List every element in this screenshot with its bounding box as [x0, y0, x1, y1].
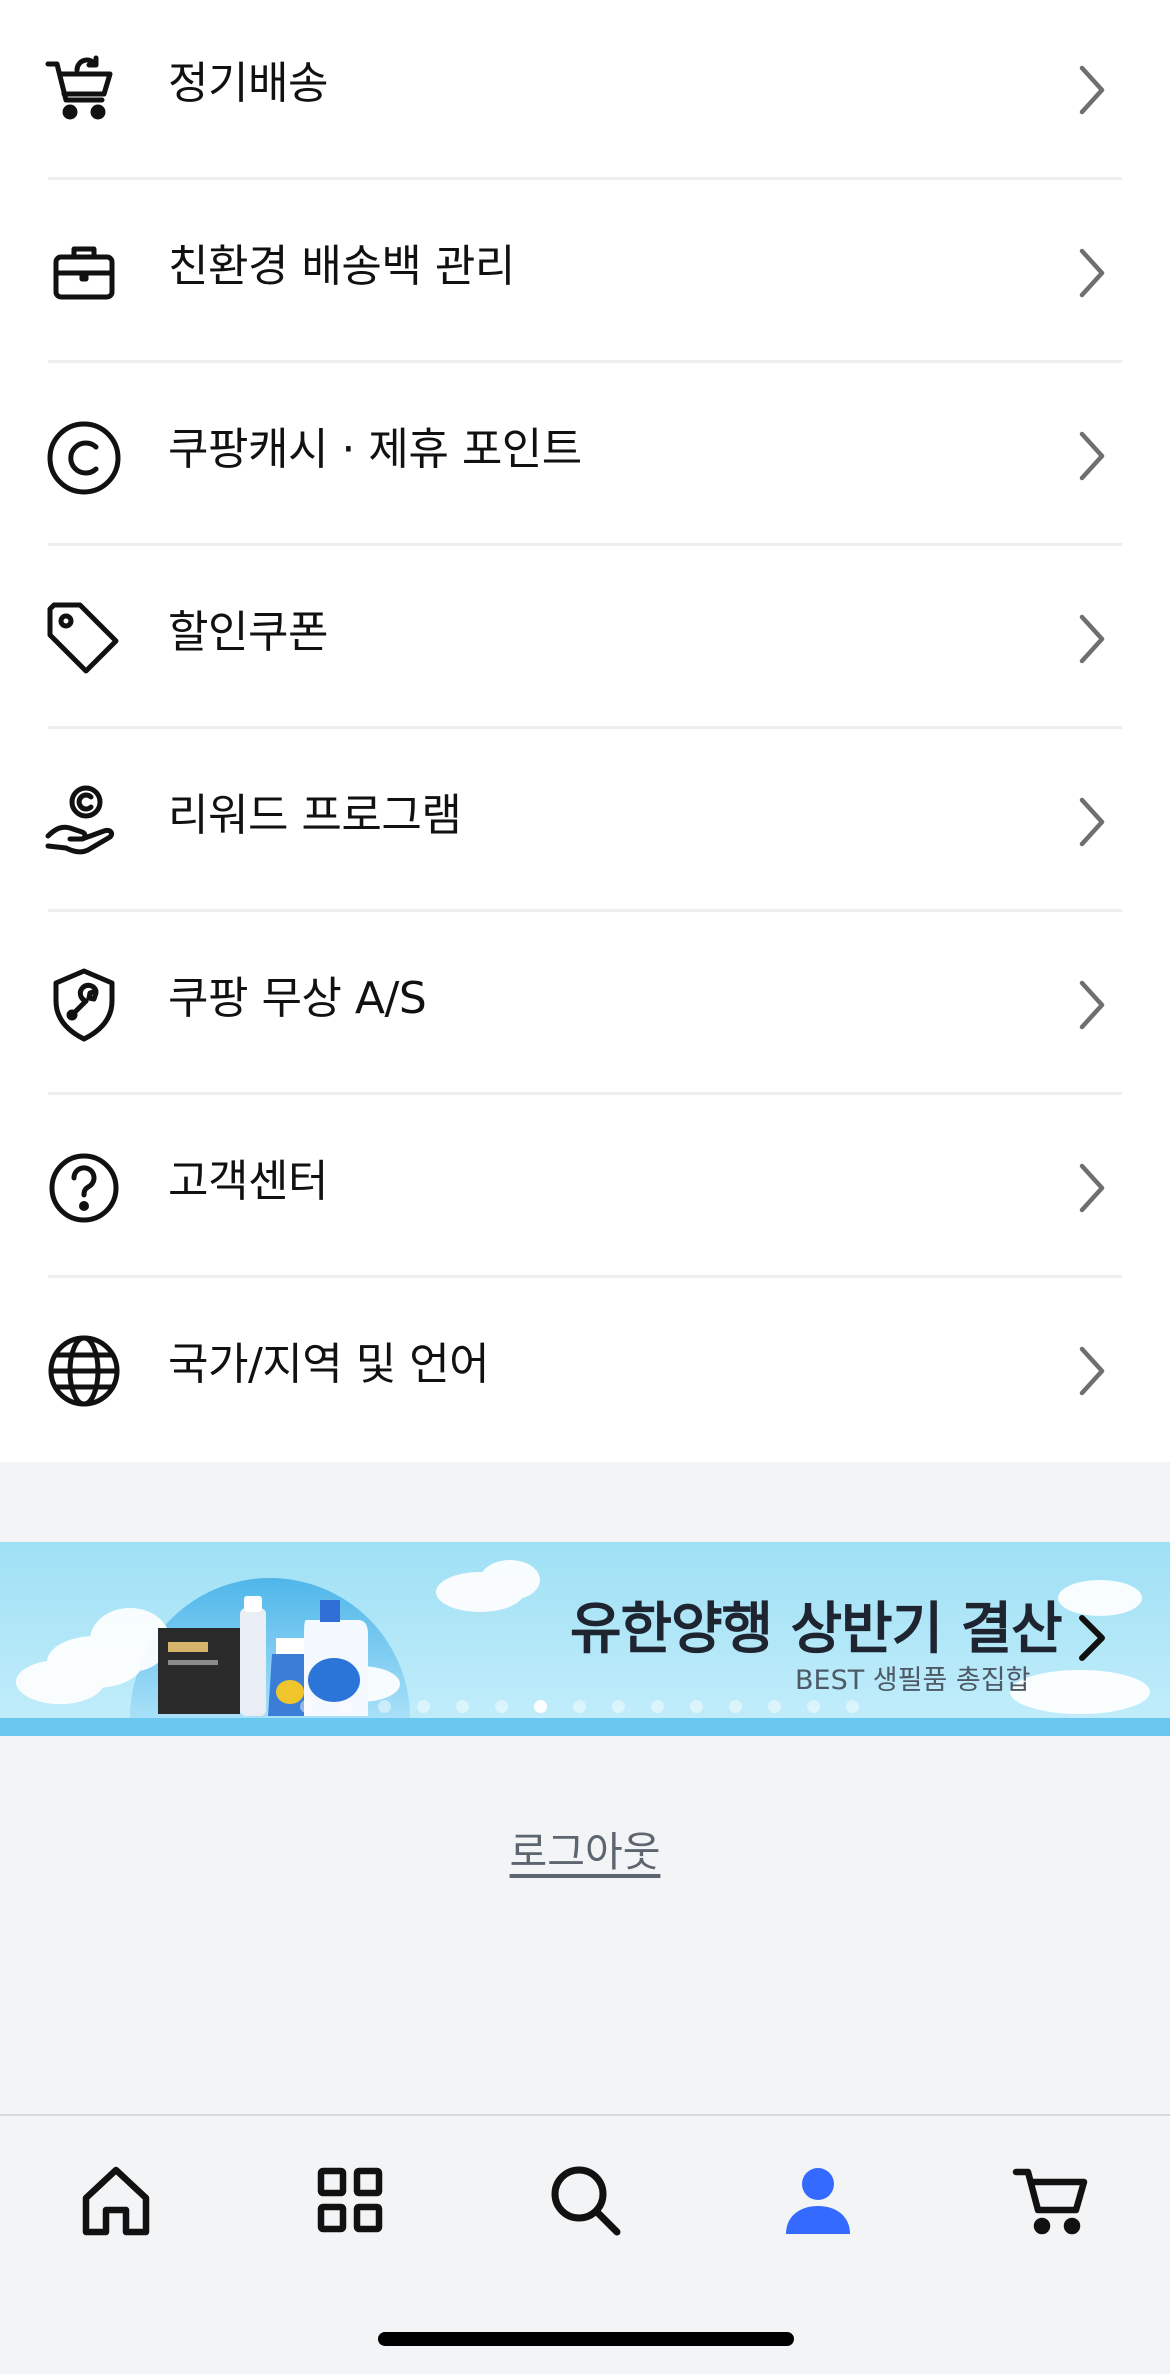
banner-page-dot	[612, 1700, 625, 1713]
menu-item-coupons[interactable]: 할인쿠폰	[0, 549, 1170, 732]
banner-page-dot	[846, 1700, 859, 1713]
menu-item-label: 고객센터	[168, 1156, 328, 1207]
search-icon	[551, 2166, 621, 2236]
user-icon	[786, 2168, 850, 2234]
banner-page-dot	[573, 1700, 586, 1713]
chevron-right-icon	[1072, 1608, 1112, 1668]
banner-title: 유한양행 상반기 결산	[570, 1597, 1063, 1662]
menu-item-label: 할인쿠폰	[168, 607, 328, 658]
banner-page-dot	[378, 1700, 391, 1713]
banner-page-dot	[417, 1700, 430, 1713]
banner-page-dot	[534, 1700, 547, 1713]
reward-hand-icon	[44, 780, 124, 860]
help-circle-icon	[44, 1148, 124, 1228]
chevron-right-icon	[1070, 243, 1114, 303]
chevron-right-icon	[1070, 1158, 1114, 1218]
divider	[48, 909, 1122, 912]
eco-bag-icon	[44, 233, 124, 313]
divider	[48, 177, 1122, 180]
menu-item-label: 쿠팡캐시 · 제휴 포인트	[168, 424, 582, 475]
category-grid-icon	[317, 2167, 383, 2233]
chevron-right-icon	[1070, 609, 1114, 669]
menu-item-label: 리워드 프로그램	[168, 790, 462, 841]
menu-item-rewards[interactable]: 리워드 프로그램	[0, 732, 1170, 915]
banner-page-dot	[300, 1700, 313, 1713]
tab-categories[interactable]	[308, 2158, 392, 2242]
subscription-cart-icon	[44, 50, 124, 130]
banner-page-dot	[729, 1700, 742, 1713]
chevron-right-icon	[1070, 60, 1114, 120]
banner-page-dot	[807, 1700, 820, 1713]
divider	[48, 543, 1122, 546]
account-menu: 정기배송 친환경 배송백 관리 쿠팡캐시 · 제휴 포인트 할인쿠폰 리워드 프…	[0, 0, 1170, 1462]
banner-page-dot	[651, 1700, 664, 1713]
chevron-right-icon	[1070, 975, 1114, 1035]
menu-item-customer-center[interactable]: 고객센터	[0, 1098, 1170, 1281]
tag-icon	[44, 599, 124, 679]
banner-page-dot	[339, 1700, 352, 1713]
chevron-right-icon	[1070, 426, 1114, 486]
cash-c-icon	[44, 418, 124, 498]
chevron-right-icon	[1070, 1341, 1114, 1401]
tab-search[interactable]	[543, 2158, 627, 2242]
logout-link[interactable]: 로그아웃	[0, 1818, 1170, 1878]
home-icon	[82, 2166, 150, 2236]
divider	[48, 1275, 1122, 1278]
chevron-right-icon	[1070, 792, 1114, 852]
globe-icon	[44, 1331, 124, 1411]
banner-page-dot	[768, 1700, 781, 1713]
tab-home[interactable]	[74, 2158, 158, 2242]
tab-cart[interactable]	[1010, 2158, 1094, 2242]
menu-item-label: 쿠팡 무상 A/S	[168, 973, 427, 1024]
menu-item-free-as[interactable]: 쿠팡 무상 A/S	[0, 915, 1170, 1098]
tab-my-coupang[interactable]	[776, 2158, 860, 2242]
menu-item-eco-bag[interactable]: 친환경 배송백 관리	[0, 183, 1170, 366]
banner-page-dot	[456, 1700, 469, 1713]
banner-subtitle: BEST 생필품 총집합	[795, 1665, 1031, 1696]
cart-icon	[1012, 2168, 1088, 2235]
menu-item-label: 국가/지역 및 언어	[168, 1339, 490, 1390]
menu-item-region-language[interactable]: 국가/지역 및 언어	[0, 1281, 1170, 1464]
banner-page-dot	[495, 1700, 508, 1713]
menu-item-subscription[interactable]: 정기배송	[0, 0, 1170, 183]
home-indicator	[378, 2332, 794, 2346]
menu-item-label: 정기배송	[168, 58, 328, 109]
banner-pagination	[300, 1700, 859, 1714]
banner-page-dot	[690, 1700, 703, 1713]
divider	[48, 360, 1122, 363]
shield-wrench-icon	[44, 965, 124, 1045]
menu-item-label: 친환경 배송백 관리	[168, 241, 515, 292]
divider	[48, 726, 1122, 729]
menu-item-coupang-cash[interactable]: 쿠팡캐시 · 제휴 포인트	[0, 366, 1170, 549]
divider	[48, 1092, 1122, 1095]
